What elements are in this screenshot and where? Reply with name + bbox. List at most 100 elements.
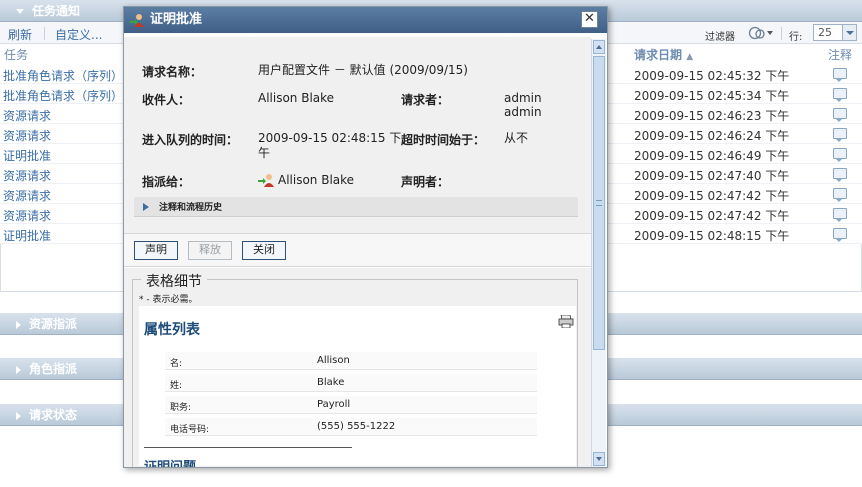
last-name-value: Blake bbox=[317, 377, 345, 388]
form-details-fieldset: 表格细节 * - 表示必需。 属性列表 名: Allison 姓: Blake … bbox=[132, 271, 578, 467]
request-date: 2009-09-15 02:46:24 下午 bbox=[634, 129, 790, 143]
expand-icon bbox=[143, 203, 149, 211]
claim-button[interactable]: 声明 bbox=[134, 241, 178, 260]
comment-icon[interactable] bbox=[833, 168, 847, 182]
section-divider bbox=[144, 447, 352, 448]
recipient-label: 收件人： bbox=[142, 93, 191, 107]
assigned-to-label: 指派给： bbox=[142, 175, 191, 189]
scroll-up-icon[interactable] bbox=[593, 40, 605, 54]
comment-icon[interactable] bbox=[833, 128, 847, 142]
request-status-title: 请求状态 bbox=[29, 408, 78, 422]
requester-label: 请求者： bbox=[401, 93, 450, 107]
role-assignments-title: 角色指派 bbox=[29, 362, 78, 376]
rows-per-page-value: 25 bbox=[818, 26, 832, 39]
request-info-panel: 请求名称： 用户配置文件 － 默认值 (2009/09/15) 收件人： All… bbox=[124, 37, 591, 233]
request-name-value: 用户配置文件 － 默认值 (2009/09/15) bbox=[258, 63, 468, 77]
job-title-value: Payroll bbox=[317, 399, 351, 410]
task-notifications-title: 任务通知 bbox=[32, 4, 81, 18]
attribute-row: 姓: Blake bbox=[165, 374, 537, 392]
expand-icon bbox=[16, 411, 21, 420]
release-button[interactable]: 释放 bbox=[188, 241, 232, 260]
scrollbar-thumb[interactable] bbox=[593, 56, 605, 350]
first-name-label: 名: bbox=[170, 359, 183, 369]
rows-label: 行: bbox=[789, 32, 803, 43]
filter-label[interactable]: 过滤器 bbox=[705, 28, 735, 43]
timeout-label: 超时时间始于： bbox=[401, 133, 486, 147]
task-type-link[interactable]: 批准角色请求（序列） bbox=[3, 87, 123, 104]
customize-link[interactable]: 自定义... bbox=[55, 26, 102, 43]
task-type-link[interactable]: 批准角色请求（序列） bbox=[3, 67, 123, 84]
collapse-icon bbox=[16, 9, 24, 14]
form-details-legend: 表格细节 bbox=[141, 271, 207, 291]
task-type-link[interactable]: 资源请求 bbox=[3, 107, 51, 124]
print-icon[interactable] bbox=[558, 315, 574, 328]
timeout-value: 从不 bbox=[504, 131, 529, 145]
request-date: 2009-09-15 02:46:23 下午 bbox=[634, 109, 790, 123]
toolbar-divider bbox=[44, 27, 45, 40]
request-date: 2009-09-15 02:46:49 下午 bbox=[634, 149, 790, 163]
comment-icon[interactable] bbox=[833, 108, 847, 122]
attribute-list-title: 属性列表 bbox=[144, 322, 200, 338]
task-type-link[interactable]: 资源请求 bbox=[3, 187, 51, 204]
resource-assignments-title: 资源指派 bbox=[29, 317, 78, 331]
comment-icon[interactable] bbox=[833, 148, 847, 162]
comment-icon[interactable] bbox=[833, 68, 847, 82]
scroll-down-icon[interactable] bbox=[593, 452, 605, 466]
assigned-user-icon bbox=[258, 174, 274, 187]
expand-icon bbox=[16, 365, 21, 374]
chevron-down-icon bbox=[842, 25, 856, 40]
attribute-list-panel: 属性列表 名: Allison 姓: Blake 职务: Payroll 电话号… bbox=[139, 306, 576, 467]
column-header-type[interactable]: 任务 bbox=[4, 46, 28, 64]
comment-icon[interactable] bbox=[833, 88, 847, 102]
expand-icon bbox=[16, 320, 21, 329]
task-type-link[interactable]: 资源请求 bbox=[3, 207, 51, 224]
attribute-row: 职务: Payroll bbox=[165, 396, 537, 414]
column-header-request-date-label: 请求日期 bbox=[634, 48, 683, 62]
attribute-row: 名: Allison bbox=[165, 352, 537, 370]
sort-ascending-icon: ▲ bbox=[686, 52, 694, 62]
refresh-link[interactable]: 刷新 bbox=[8, 26, 32, 43]
request-name-label: 请求名称： bbox=[142, 65, 203, 79]
request-date: 2009-09-15 02:47:42 下午 bbox=[634, 189, 790, 203]
task-type-link[interactable]: 证明批准 bbox=[3, 227, 51, 244]
comments-history-toggle[interactable]: 注释和流程历史 bbox=[134, 197, 578, 217]
user-task-icon bbox=[130, 14, 144, 27]
task-type-link[interactable]: 资源请求 bbox=[3, 127, 51, 144]
phone-value: (555) 555-1222 bbox=[317, 421, 396, 432]
required-note: * - 表示必需。 bbox=[139, 295, 198, 305]
comment-icon[interactable] bbox=[833, 208, 847, 222]
filter-icon[interactable] bbox=[748, 26, 774, 43]
dialog-content[interactable]: 请求名称： 用户配置文件 － 默认值 (2009/09/15) 收件人： All… bbox=[124, 37, 591, 467]
requester-value: admin bbox=[504, 91, 542, 105]
dialog-title-bar[interactable]: 证明批准 ✕ bbox=[124, 7, 607, 33]
claimer-label: 声明者： bbox=[401, 175, 450, 189]
rows-per-page-select[interactable]: 25 bbox=[813, 24, 857, 41]
job-title-label: 职务: bbox=[170, 403, 192, 413]
dialog-title: 证明批准 bbox=[150, 12, 203, 27]
form-details-panel: 表格细节 * - 表示必需。 属性列表 名: Allison 姓: Blake … bbox=[124, 268, 591, 467]
comments-history-label: 注释和流程历史 bbox=[159, 203, 223, 213]
action-button-bar: 声明 释放 关闭 bbox=[124, 233, 591, 267]
dialog-scrollbar[interactable] bbox=[591, 39, 606, 467]
attribute-row: 电话号码: (555) 555-1222 bbox=[165, 418, 537, 436]
request-date: 2009-09-15 02:45:32 下午 bbox=[634, 69, 790, 83]
phone-label: 电话号码: bbox=[170, 425, 210, 435]
requester-value: admin bbox=[504, 105, 542, 119]
column-header-note: 注释 bbox=[828, 48, 853, 62]
queued-time-value: 2009-09-15 02:48:15 下 bbox=[258, 131, 402, 145]
attestation-approval-dialog: 证明批准 ✕ 请求名称： 用户配置文件 － 默认值 (2009/09/15) 收… bbox=[123, 6, 608, 468]
queued-time-label: 进入队列的时间： bbox=[142, 133, 239, 147]
request-date: 2009-09-15 02:47:42 下午 bbox=[634, 209, 790, 223]
request-date: 2009-09-15 02:47:40 下午 bbox=[634, 169, 790, 183]
close-button[interactable]: 关闭 bbox=[242, 241, 286, 260]
comment-icon[interactable] bbox=[833, 228, 847, 242]
task-type-link[interactable]: 证明批准 bbox=[3, 147, 51, 164]
comment-icon[interactable] bbox=[833, 188, 847, 202]
column-header-request-date[interactable]: 请求日期 ▲ bbox=[634, 46, 693, 64]
request-date: 2009-09-15 02:45:34 下午 bbox=[634, 89, 790, 103]
last-name-label: 姓: bbox=[170, 381, 183, 391]
queued-time-value: 午 bbox=[258, 146, 271, 160]
toolbar-divider bbox=[781, 27, 782, 40]
task-type-link[interactable]: 资源请求 bbox=[3, 167, 51, 184]
close-icon[interactable]: ✕ bbox=[581, 11, 598, 28]
